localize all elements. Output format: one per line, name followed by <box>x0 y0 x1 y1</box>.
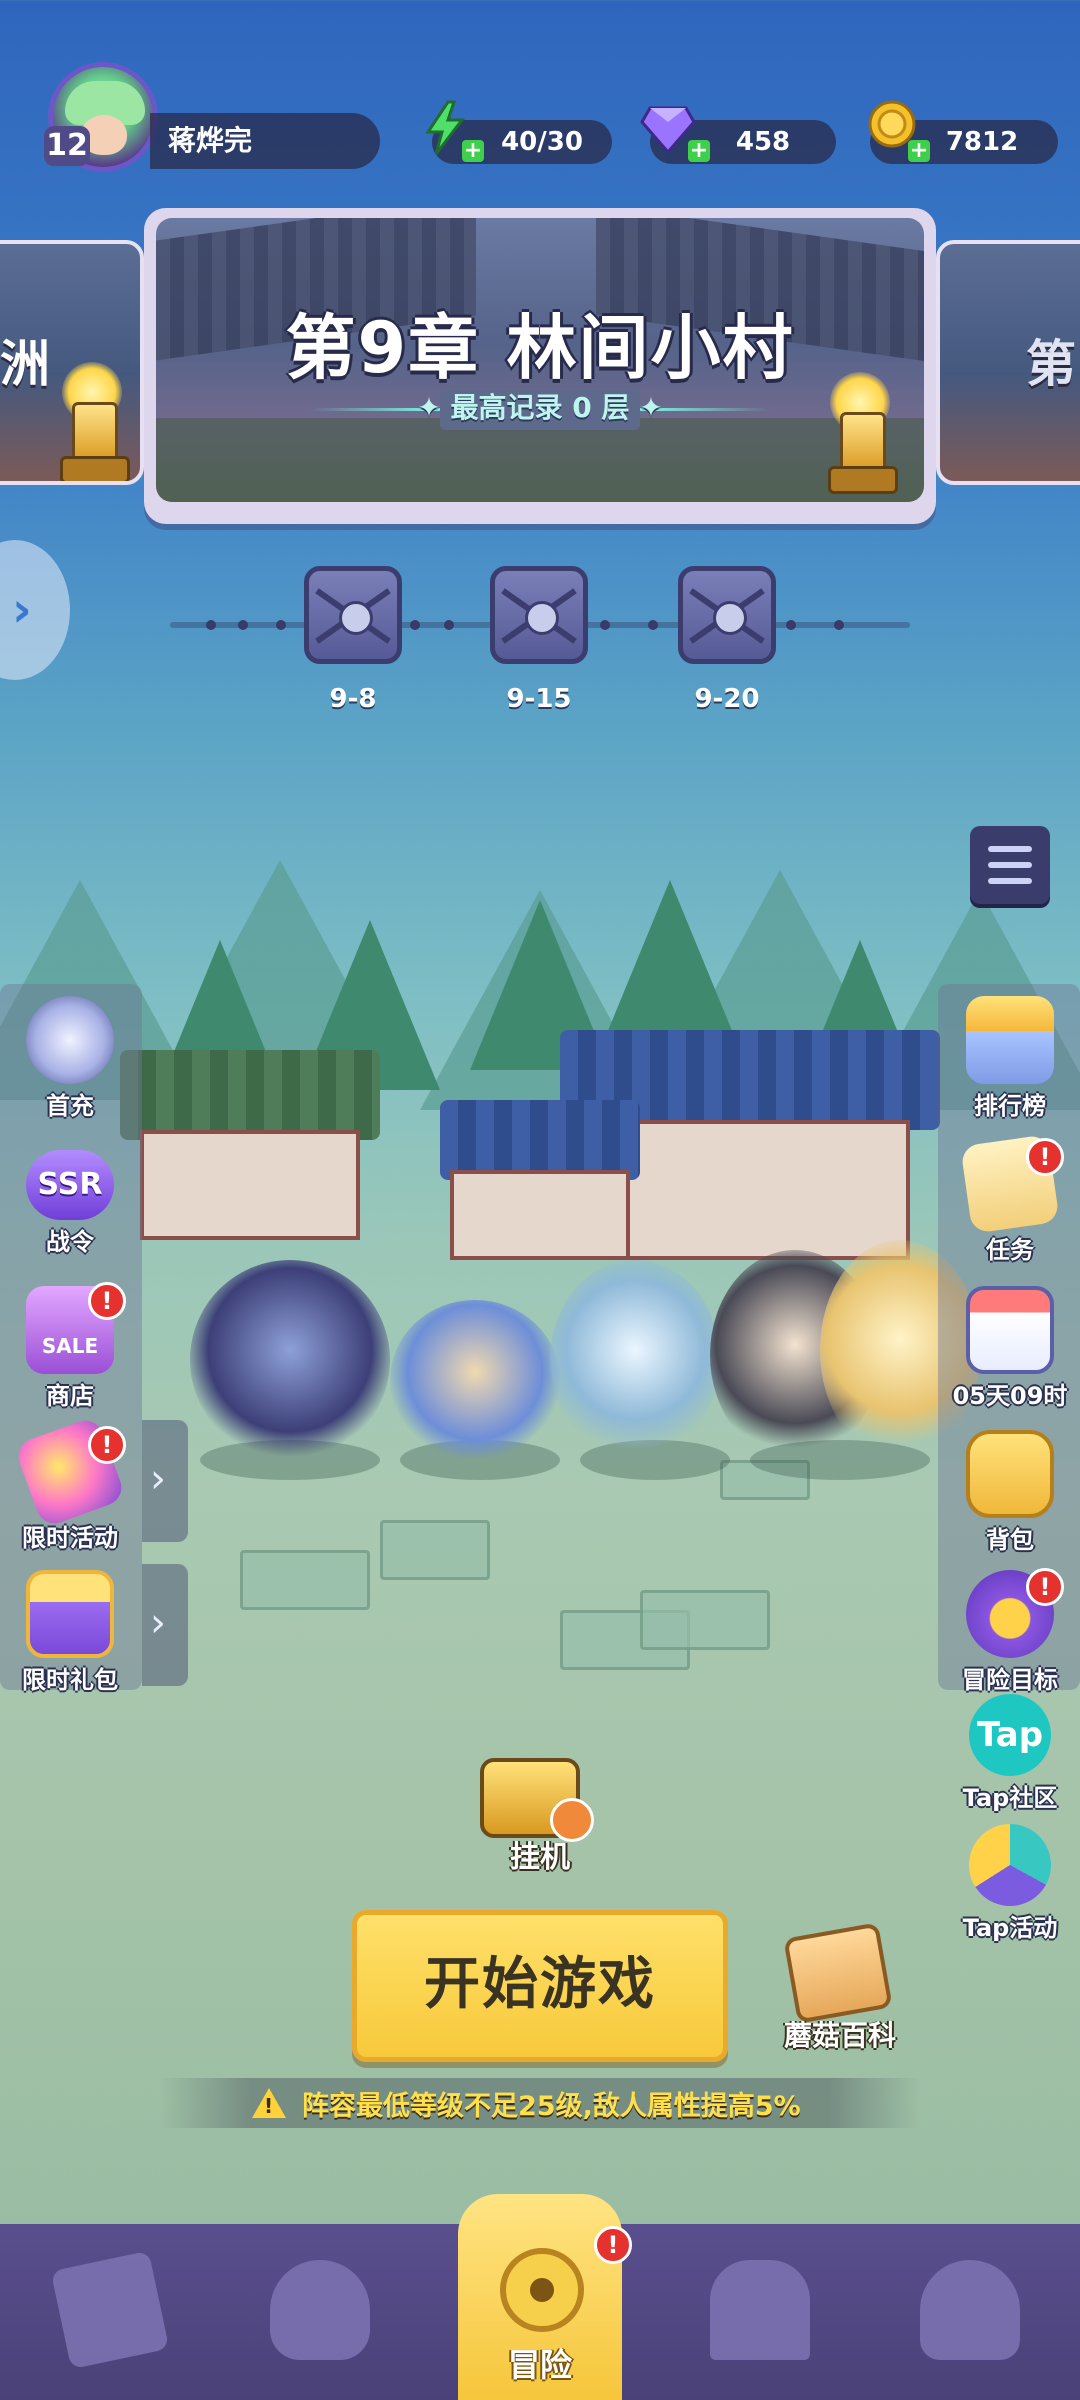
start-game-button[interactable]: 开始游戏 <box>352 1910 728 2062</box>
adventure-goal-label: 冒险目标 <box>962 1666 1058 1694</box>
warning-icon-mark: ! <box>264 2094 274 2118</box>
battle-pass-button[interactable]: SSR 战令 <box>10 1140 130 1257</box>
progress-dot <box>238 620 248 630</box>
mushroom-wiki-label[interactable]: 蘑菇百科 <box>770 2014 910 2054</box>
shop-label: 商店 <box>46 1382 94 1410</box>
best-record: ✦ 最高记录 0 层 ✦ <box>417 391 663 424</box>
nav-adventure-label: 冒险 <box>507 2346 572 2384</box>
leaderboard-icon <box>966 996 1054 1084</box>
adventure-goal-alert-badge: ! <box>1026 1568 1064 1606</box>
expand-gifts-tab[interactable]: › <box>142 1564 188 1686</box>
limited-gift-label: 限时礼包 <box>22 1666 118 1694</box>
calendar-icon <box>966 1286 1054 1374</box>
hero-fox <box>390 1300 560 1460</box>
chapter-title: 第9章 林间小村 <box>285 307 795 389</box>
gold-value: 7812 <box>945 127 1019 157</box>
first-recharge-button[interactable]: 首充 <box>10 996 130 1121</box>
previous-chapter-title: 洲 <box>0 335 50 393</box>
chevron-right-icon: › <box>150 1456 166 1502</box>
chevron-left-icon: › <box>12 582 32 638</box>
progress-dot <box>444 620 454 630</box>
quest-alert-badge: ! <box>1026 1138 1064 1176</box>
player-name: 蒋烨完 <box>168 124 253 157</box>
first-recharge-label: 首充 <box>46 1092 94 1120</box>
event-timer-button[interactable]: 05天09时 <box>950 1286 1070 1411</box>
adventure-map-icon <box>500 2248 584 2332</box>
tap-event-icon <box>969 1824 1051 1906</box>
stage-reward-chest[interactable] <box>490 566 588 664</box>
hero-witch <box>190 1260 390 1460</box>
progress-dot <box>834 620 844 630</box>
backpack-icon <box>966 1430 1054 1518</box>
ground-tiles <box>140 1440 940 1740</box>
next-chapter-card[interactable]: 第 <box>936 240 1080 485</box>
expand-events-tab[interactable]: › <box>142 1420 188 1542</box>
lantern-icon <box>822 372 898 494</box>
progress-dot <box>410 620 420 630</box>
tap-event-label: Tap活动 <box>962 1914 1058 1942</box>
tap-event-button[interactable]: Tap活动 <box>950 1824 1070 1943</box>
ssr-battle-pass-icon: SSR <box>26 1150 114 1220</box>
mushroom-wiki-icon[interactable] <box>783 1922 893 2024</box>
event-timer-label: 05天09时 <box>952 1382 1068 1410</box>
nav-heroes[interactable] <box>240 2250 400 2380</box>
shop-alert-badge: ! <box>88 1282 126 1320</box>
battle-pass-label: 战令 <box>46 1228 94 1256</box>
adventure-alert-badge: ! <box>594 2226 632 2264</box>
temple-icon <box>710 2260 810 2360</box>
player-level-badge: 12 <box>44 126 90 166</box>
mushroom-icon <box>920 2260 1020 2360</box>
leaderboard-button[interactable]: 排行榜 <box>950 996 1070 1121</box>
stage-label: 9-15 <box>506 684 572 714</box>
limited-event-label: 限时活动 <box>22 1524 118 1552</box>
diamond-value: 458 <box>735 127 791 157</box>
progress-dot <box>276 620 286 630</box>
backpack-label: 背包 <box>986 1526 1034 1554</box>
leaderboard-label: 排行榜 <box>974 1092 1046 1120</box>
progress-dot <box>206 620 216 630</box>
limited-gift-button[interactable]: 限时礼包 <box>10 1570 130 1695</box>
previous-chapter-card[interactable]: 洲 <box>0 240 144 485</box>
hero-team <box>170 1240 980 1480</box>
add-gold-button[interactable]: + <box>908 140 930 162</box>
progress-dot <box>600 620 610 630</box>
limited-event-alert-badge: ! <box>88 1426 126 1464</box>
backpack-button[interactable]: 背包 <box>950 1430 1070 1555</box>
progress-dot <box>786 620 796 630</box>
stage-list-button[interactable] <box>970 826 1050 904</box>
nav-mushroom[interactable] <box>890 2250 1050 2380</box>
progress-dot <box>648 620 658 630</box>
heroes-icon <box>270 2260 370 2360</box>
first-recharge-icon <box>26 996 114 1084</box>
stage-label: 9-20 <box>694 684 760 714</box>
energy-value: 40/30 <box>501 127 583 157</box>
lantern-icon <box>54 362 130 481</box>
stage-reward-chest[interactable] <box>678 566 776 664</box>
cards-icon <box>50 2250 170 2370</box>
add-energy-button[interactable]: + <box>462 140 484 162</box>
chevron-right-icon: › <box>150 1600 166 1646</box>
stage-label: 9-8 <box>329 684 377 714</box>
tap-community-label: Tap社区 <box>962 1784 1058 1812</box>
nav-temple[interactable] <box>680 2250 840 2380</box>
team-level-warning: 阵容最低等级不足25级,敌人属性提高5% <box>302 2091 801 2122</box>
hero-ice-mage <box>550 1260 720 1460</box>
gift-box-icon <box>26 1570 114 1658</box>
tap-community-icon: Tap <box>969 1694 1051 1776</box>
idle-label: 挂机 <box>510 1840 570 1875</box>
next-chapter-title: 第 <box>1026 335 1076 393</box>
previous-chapter-arrow[interactable]: › <box>0 540 70 680</box>
add-diamond-button[interactable]: + <box>688 140 710 162</box>
quest-label: 任务 <box>986 1236 1034 1264</box>
stage-reward-chest[interactable] <box>304 566 402 664</box>
tap-community-button[interactable]: Tap Tap社区 <box>950 1694 1070 1813</box>
nav-cards[interactable] <box>30 2250 190 2380</box>
